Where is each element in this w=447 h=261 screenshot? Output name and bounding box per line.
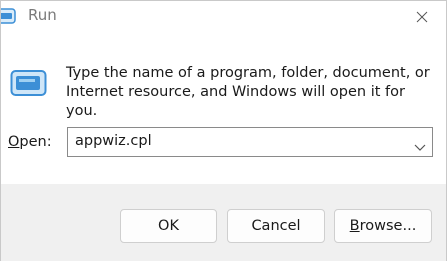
- open-label-text: pen:: [19, 134, 52, 150]
- dialog-description: Type the name of a program, folder, docu…: [66, 65, 430, 119]
- run-app-icon: [10, 68, 50, 98]
- close-button[interactable]: [398, 1, 446, 33]
- open-label: Open:: [8, 134, 52, 150]
- cancel-button[interactable]: Cancel: [227, 209, 325, 243]
- ok-button[interactable]: OK: [120, 209, 217, 243]
- open-input[interactable]: appwiz.cpl: [75, 133, 152, 149]
- browse-accelerator: B: [349, 218, 360, 234]
- run-dialog: Run Type the name of a program, folder, …: [0, 0, 447, 261]
- chevron-down-icon[interactable]: [414, 137, 426, 151]
- open-combobox[interactable]: appwiz.cpl: [67, 127, 433, 157]
- window-title: Run: [28, 6, 57, 24]
- close-icon: [416, 11, 428, 23]
- open-label-accelerator: O: [8, 134, 20, 150]
- title-bar: Run: [0, 1, 446, 33]
- run-app-icon: [0, 5, 19, 27]
- browse-label: rowse...: [359, 218, 417, 234]
- browse-button[interactable]: Browse...: [334, 209, 432, 243]
